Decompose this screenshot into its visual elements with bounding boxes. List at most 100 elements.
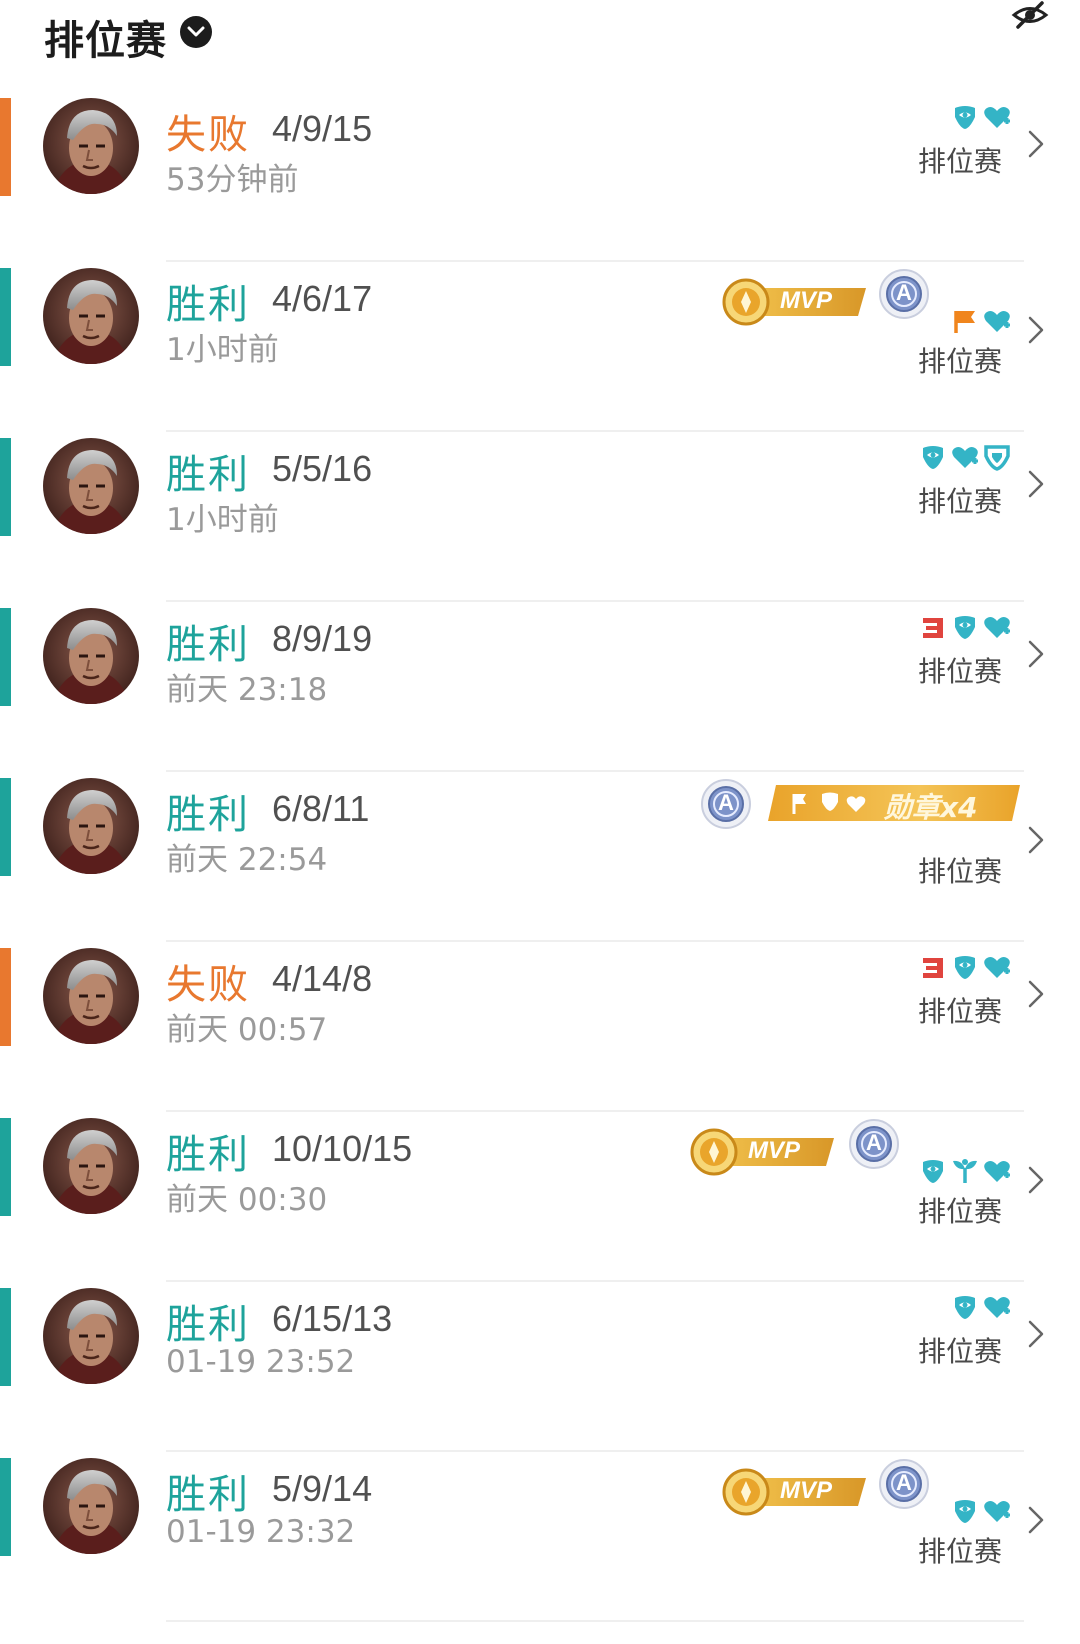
match-row[interactable]: 胜利 5/9/14 01-19 23:32 排位赛 MVP A <box>0 1452 1080 1622</box>
match-row[interactable]: 胜利 6/8/11 前天 22:54 排位赛 A 勋章x4 <box>0 772 1080 942</box>
hero-avatar <box>43 778 139 874</box>
heart-plus-icon <box>982 1292 1012 1322</box>
rating-a-badge: A <box>700 778 752 830</box>
match-result: 失败 <box>166 112 250 158</box>
shield-swirl-icon <box>950 1292 980 1322</box>
match-result: 胜利 <box>166 1132 250 1178</box>
match-time: 前天 00:30 <box>166 1182 328 1218</box>
chevron-right-icon[interactable] <box>1026 638 1046 670</box>
game-mode-label: 排位赛 <box>918 145 1003 178</box>
hero-avatar <box>43 1288 139 1384</box>
result-indicator-bar <box>0 608 11 706</box>
heart-plus-icon <box>982 306 1012 336</box>
game-mode-label: 排位赛 <box>918 995 1003 1028</box>
game-mode-label: 排位赛 <box>918 345 1003 378</box>
result-indicator-bar <box>0 268 11 366</box>
chevron-right-icon[interactable] <box>1026 1164 1046 1196</box>
match-result: 胜利 <box>166 1302 250 1348</box>
match-time: 01-19 23:52 <box>166 1344 356 1380</box>
heart-plus-icon <box>982 952 1012 982</box>
match-row[interactable]: 胜利 5/5/16 1小时前 排位赛 <box>0 432 1080 602</box>
kda-score: 10/10/15 <box>272 1128 413 1169</box>
hero-avatar <box>43 1118 139 1214</box>
game-mode-label: 排位赛 <box>918 1195 1003 1228</box>
achievement-icons <box>918 612 1012 642</box>
kda-score: 6/15/13 <box>272 1298 393 1339</box>
kda-score: 4/6/17 <box>272 278 373 319</box>
mvp-label: MVP <box>748 1137 801 1164</box>
mvp-badge: MVP <box>718 276 868 326</box>
chevron-right-icon[interactable] <box>1026 468 1046 500</box>
hero-avatar <box>43 268 139 364</box>
match-result: 胜利 <box>166 1472 250 1518</box>
kda-score: 5/9/14 <box>272 1468 373 1509</box>
achievement-icons <box>918 1156 1012 1186</box>
chevron-right-icon[interactable] <box>1026 1504 1046 1536</box>
chevron-down-icon[interactable] <box>180 16 212 48</box>
match-result: 胜利 <box>166 452 250 498</box>
match-row[interactable]: 胜利 6/15/13 01-19 23:52 排位赛 <box>0 1282 1080 1452</box>
mvp-label: MVP <box>780 287 833 314</box>
rating-a-badge: A <box>848 1118 900 1170</box>
achievement-icons <box>950 1496 1012 1526</box>
shield-swirl-icon <box>950 612 980 642</box>
heart-plus-icon <box>982 1496 1012 1526</box>
chevron-right-icon[interactable] <box>1026 314 1046 346</box>
game-mode-label: 排位赛 <box>918 485 1003 518</box>
heart-plus-icon <box>982 102 1012 132</box>
hero-avatar <box>43 438 139 534</box>
mvp-badge: MVP <box>718 1466 868 1516</box>
chevron-right-icon[interactable] <box>1026 1318 1046 1350</box>
match-row[interactable]: 胜利 4/6/17 1小时前 排位赛 MVP A <box>0 262 1080 432</box>
match-row[interactable]: 胜利 8/9/19 前天 23:18 排位赛 <box>0 602 1080 772</box>
match-history-list: 失败 4/9/15 53分钟前 排位赛 胜利 4/6/17 1小时前 排位赛 MVP A 胜利 5/5… <box>0 92 1080 1622</box>
achievement-icons <box>918 952 1012 982</box>
rating-letter: A <box>896 1470 912 1495</box>
page-title[interactable]: 排位赛 <box>44 8 167 66</box>
shield-swirl-icon <box>918 442 948 472</box>
defense-shield-icon <box>982 442 1012 472</box>
match-time: 前天 23:18 <box>166 672 328 708</box>
row-divider <box>166 1620 1024 1622</box>
hero-avatar <box>43 1458 139 1554</box>
game-mode-label: 排位赛 <box>918 855 1003 888</box>
shield-swirl-icon <box>918 1156 948 1186</box>
triple-kill-icon <box>918 952 948 982</box>
medal-label: 勋章x4 <box>884 791 978 824</box>
chevron-right-icon[interactable] <box>1026 978 1046 1010</box>
match-time: 53分钟前 <box>166 162 299 198</box>
chevron-right-icon[interactable] <box>1026 824 1046 856</box>
medal-count-badge: 勋章x4 <box>766 782 1022 824</box>
mvp-badge: MVP <box>686 1126 836 1176</box>
match-time: 1小时前 <box>166 502 279 538</box>
hero-avatar <box>43 948 139 1044</box>
match-row[interactable]: 失败 4/9/15 53分钟前 排位赛 <box>0 92 1080 262</box>
result-indicator-bar <box>0 1288 11 1386</box>
shield-swirl-icon <box>950 952 980 982</box>
flag-icon <box>950 306 980 336</box>
game-mode-label: 排位赛 <box>918 1335 1003 1368</box>
match-row[interactable]: 胜利 10/10/15 前天 00:30 排位赛 MVP A <box>0 1112 1080 1282</box>
mvp-label: MVP <box>780 1477 833 1504</box>
result-indicator-bar <box>0 98 11 196</box>
heart-plus-icon <box>982 612 1012 642</box>
match-result: 胜利 <box>166 792 250 838</box>
match-row[interactable]: 失败 4/14/8 前天 00:57 排位赛 <box>0 942 1080 1112</box>
achievement-icons <box>950 306 1012 336</box>
game-mode-label: 排位赛 <box>918 1535 1003 1568</box>
rating-a-badge: A <box>878 268 930 320</box>
achievement-icons <box>918 442 1012 472</box>
result-indicator-bar <box>0 1458 11 1556</box>
chevron-right-icon[interactable] <box>1026 128 1046 160</box>
match-time: 前天 22:54 <box>166 842 328 878</box>
rating-letter: A <box>718 790 734 815</box>
achievement-icons <box>950 102 1012 132</box>
eye-hidden-icon[interactable] <box>1010 0 1050 30</box>
heart-plus-icon <box>950 442 980 472</box>
match-result: 胜利 <box>166 282 250 328</box>
page-header: 排位赛 <box>0 0 1080 92</box>
sprout-icon <box>950 1156 980 1186</box>
hero-avatar <box>43 608 139 704</box>
triple-kill-icon <box>918 612 948 642</box>
match-time: 1小时前 <box>166 332 279 368</box>
